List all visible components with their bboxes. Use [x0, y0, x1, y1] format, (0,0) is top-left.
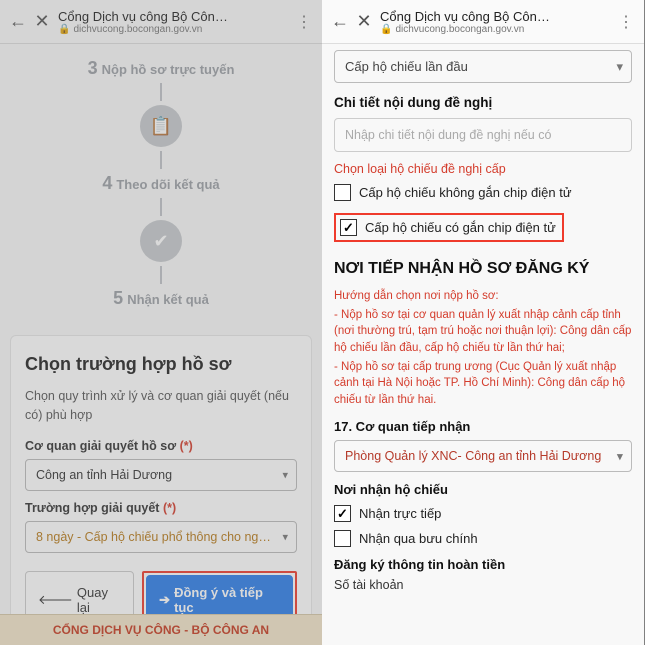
- close-icon[interactable]: ✕: [352, 11, 376, 32]
- detail-label: Chi tiết nội dung đề nghị: [334, 95, 632, 110]
- check-icon: ✔: [140, 220, 182, 262]
- agency-select[interactable]: Công an tỉnh Hải Dương: [25, 459, 297, 491]
- passport-first-select[interactable]: Cấp hộ chiếu lần đầu: [334, 50, 632, 83]
- card-desc: Chọn quy trình xử lý và cơ quan giải quy…: [25, 387, 297, 425]
- checkbox-postal-row[interactable]: Nhận qua bưu chính: [334, 530, 632, 547]
- menu-icon[interactable]: ⋮: [292, 12, 316, 32]
- page-title: Cổng Dịch vụ công Bộ Côn…: [58, 9, 288, 24]
- page-url: dichvucong.bocongan.gov.vn: [73, 24, 202, 35]
- detail-input[interactable]: Nhập chi tiết nội dung đề nghị nếu có: [334, 118, 632, 152]
- phone-left: ← ✕ Cổng Dịch vụ công Bộ Côn… 🔒 dichvuco…: [0, 0, 322, 645]
- passport-type-label: Chọn loại hộ chiếu đề nghị cấp: [334, 162, 632, 176]
- checkbox-chip[interactable]: [340, 219, 357, 236]
- agency-receive-select[interactable]: Phòng Quản lý XNC- Công an tỉnh Hải Dươn…: [334, 440, 632, 472]
- arrow-right-icon: ➔: [159, 592, 170, 608]
- browser-header: ← ✕ Cổng Dịch vụ công Bộ Côn… 🔒 dichvuco…: [0, 0, 322, 44]
- left-content: 3Nộp hồ sơ trực tuyến 📋 4Theo dõi kết qu…: [0, 44, 322, 645]
- back-icon[interactable]: ←: [328, 11, 352, 32]
- checkbox-postal[interactable]: [334, 530, 351, 547]
- checkbox-direct-row[interactable]: Nhận trực tiếp: [334, 505, 632, 522]
- label-17: 17. Cơ quan tiếp nhận: [334, 419, 632, 434]
- menu-icon[interactable]: ⋮: [614, 12, 638, 32]
- receive-loc-label: Nơi nhận hộ chiếu: [334, 482, 632, 497]
- checkbox-direct[interactable]: [334, 505, 351, 522]
- arrow-left-icon: 🡐: [38, 592, 73, 608]
- guide-1: - Nộp hồ sơ tại cơ quan quản lý xuất nhậ…: [334, 307, 632, 357]
- lock-icon: 🔒: [58, 24, 70, 35]
- lock-icon: 🔒: [380, 24, 392, 35]
- progress-steps: 3Nộp hồ sơ trực tuyến 📋 4Theo dõi kết qu…: [0, 44, 322, 327]
- case-label: Trường hợp giải quyết (*): [25, 501, 297, 515]
- clipboard-icon: 📋: [140, 105, 182, 147]
- browser-header: ← ✕ Cổng Dịch vụ công Bộ Côn… 🔒 dichvuco…: [322, 0, 644, 44]
- guide-head: Hướng dẫn chọn nơi nộp hồ sơ:: [334, 288, 632, 305]
- checkbox-no-chip[interactable]: [334, 184, 351, 201]
- close-icon[interactable]: ✕: [30, 11, 54, 32]
- refund-label: Đăng ký thông tin hoàn tiền: [334, 557, 632, 572]
- account-label: Số tài khoản: [334, 578, 632, 592]
- highlight-chip-checkbox: Cấp hộ chiếu có gắn chip điện tử: [334, 213, 564, 242]
- section-receive: NƠI TIẾP NHẬN HỒ SƠ ĐĂNG KÝ: [334, 260, 632, 278]
- page-title: Cổng Dịch vụ công Bộ Côn…: [380, 9, 610, 24]
- case-card: Chọn trường hợp hồ sơ Chọn quy trình xử …: [10, 335, 312, 645]
- agency-label: Cơ quan giải quyết hồ sơ (*): [25, 439, 297, 453]
- page-url: dichvucong.bocongan.gov.vn: [395, 24, 524, 35]
- checkbox-no-chip-row[interactable]: Cấp hộ chiếu không gắn chip điện tử: [334, 184, 632, 201]
- footer-bar: CỔNG DỊCH VỤ CÔNG - BỘ CÔNG AN: [0, 614, 322, 645]
- back-icon[interactable]: ←: [6, 11, 30, 32]
- case-select[interactable]: 8 ngày - Cấp hộ chiếu phổ thông cho ngườ…: [25, 521, 297, 553]
- guide-2: - Nộp hồ sơ tại cấp trung ương (Cục Quản…: [334, 359, 632, 409]
- right-content: Cấp hộ chiếu lần đầu Chi tiết nội dung đ…: [322, 44, 644, 645]
- card-heading: Chọn trường hợp hồ sơ: [25, 354, 297, 375]
- phone-right: ← ✕ Cổng Dịch vụ công Bộ Côn… 🔒 dichvuco…: [322, 0, 644, 645]
